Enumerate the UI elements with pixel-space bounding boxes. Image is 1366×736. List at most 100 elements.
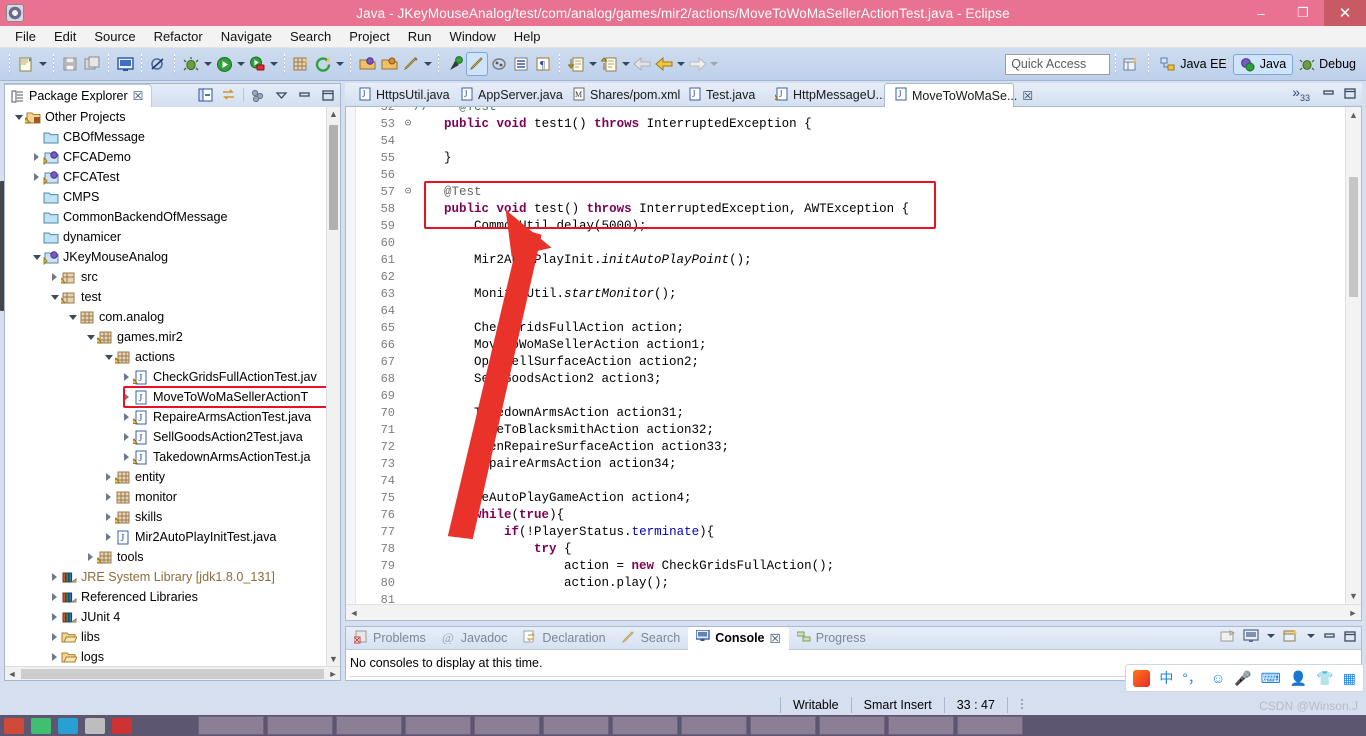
view-menu-icon[interactable] [250, 86, 267, 103]
tree-item[interactable]: CFCATest [5, 167, 326, 187]
close-icon[interactable]: ☒ [133, 89, 144, 103]
taskbar-window-button[interactable] [819, 716, 885, 735]
menu-run[interactable]: Run [399, 27, 441, 46]
menu-search[interactable]: Search [281, 27, 340, 46]
fold-marker-icon[interactable] [402, 405, 414, 422]
code-line[interactable]: 67 OpenSellSurfaceAction action2; [356, 354, 1345, 371]
tree-item[interactable]: dynamicer [5, 227, 326, 247]
editor-tab[interactable]: J HttpMessageU... [766, 83, 886, 107]
fold-marker-icon[interactable] [402, 320, 414, 337]
fold-marker-icon[interactable] [402, 507, 414, 524]
tree-item[interactable]: monitor [5, 487, 326, 507]
scroll-left-icon[interactable]: ◄ [5, 669, 19, 679]
previous-annotation-dropdown-icon[interactable] [620, 52, 631, 76]
toggle-mark-icon[interactable] [488, 52, 510, 76]
close-icon[interactable]: ☒ [1022, 89, 1033, 103]
forward-arrow-icon[interactable] [686, 52, 708, 76]
fold-marker-icon[interactable] [402, 133, 414, 150]
scroll-down-icon[interactable]: ▼ [1346, 588, 1361, 604]
chevron-down-icon[interactable] [273, 86, 290, 103]
run-icon[interactable] [213, 52, 235, 76]
code-line[interactable]: 64 [356, 303, 1345, 320]
tab-package-explorer[interactable]: Package Explorer ☒ [5, 84, 153, 107]
menu-navigate[interactable]: Navigate [212, 27, 281, 46]
taskbar-window-button[interactable] [681, 716, 747, 735]
tree-item[interactable]: CFCADemo [5, 147, 326, 167]
scrollbar-thumb[interactable] [21, 668, 324, 679]
perspective-java[interactable]: Java [1232, 53, 1294, 75]
new-java-package-icon[interactable] [290, 52, 312, 76]
expand-arrow-icon[interactable] [103, 487, 114, 507]
fold-marker-icon[interactable] [402, 337, 414, 354]
code-lines[interactable]: 52 // @Test 53 ⊝ public void test1() throws… [356, 107, 1345, 604]
code-line[interactable]: 56 [356, 167, 1345, 184]
scroll-left-icon[interactable]: ◄ [346, 608, 362, 618]
package-explorer-horizontal-scrollbar[interactable]: ◄ ► [5, 666, 340, 680]
taskbar-icon[interactable] [112, 717, 132, 734]
fold-marker-icon[interactable] [402, 473, 414, 490]
toolbox-icon[interactable]: ▦ [1343, 670, 1356, 687]
fold-marker-icon[interactable] [402, 107, 414, 116]
tree-item[interactable]: CommonBackendOfMessage [5, 207, 326, 227]
menu-file[interactable]: File [6, 27, 45, 46]
tree-item[interactable]: libs [5, 627, 326, 647]
maximize-button[interactable]: ❐ [1282, 0, 1324, 26]
fold-marker-icon[interactable] [402, 388, 414, 405]
code-line[interactable]: 65 CheckGridsFullAction action; [356, 320, 1345, 337]
scroll-up-icon[interactable]: ▲ [327, 107, 340, 121]
fold-marker-icon[interactable]: ⊝ [402, 184, 414, 201]
taskbar-window-button[interactable] [888, 716, 954, 735]
menu-refactor[interactable]: Refactor [145, 27, 212, 46]
expand-arrow-icon[interactable] [103, 507, 114, 527]
taskbar-window-button[interactable] [543, 716, 609, 735]
taskbar-window-button[interactable] [612, 716, 678, 735]
editor-tab[interactable]: M Shares/pom.xml [563, 83, 680, 107]
code-line[interactable]: 69 [356, 388, 1345, 405]
refresh-dropdown-icon[interactable] [334, 52, 345, 76]
menu-edit[interactable]: Edit [45, 27, 85, 46]
save-all-icon[interactable] [81, 52, 103, 76]
expand-arrow-icon[interactable] [49, 647, 60, 666]
expand-arrow-icon[interactable] [121, 387, 132, 407]
expand-arrow-icon[interactable] [121, 427, 132, 447]
editor-tab[interactable]: J Test.java [679, 83, 766, 107]
tree-item[interactable]: JKeyMouseAnalog [5, 247, 326, 267]
open-perspective-icon[interactable] [1121, 52, 1143, 76]
fold-marker-icon[interactable] [402, 303, 414, 320]
open-console-icon[interactable] [1220, 629, 1236, 643]
microphone-icon[interactable]: 🎤 [1234, 670, 1251, 687]
code-line[interactable]: 78 try { [356, 541, 1345, 558]
tree-item[interactable]: J RepaireArmsActionTest.java [5, 407, 326, 427]
menu-project[interactable]: Project [340, 27, 398, 46]
tree-item[interactable]: J CheckGridsFullActionTest.jav [5, 367, 326, 387]
fold-marker-icon[interactable] [402, 269, 414, 286]
bottom-view-tab[interactable]: Search [614, 627, 689, 650]
taskbar-window-button[interactable] [405, 716, 471, 735]
editor-tab[interactable]: J MoveToWoMaSe... ☒ [884, 83, 1033, 107]
expand-arrow-icon[interactable] [121, 447, 132, 467]
bottom-view-tab[interactable]: Declaration [515, 627, 613, 650]
back-arrow-icon[interactable] [631, 52, 653, 76]
code-line[interactable]: 53 ⊝ public void test1() throws Interrupt… [356, 116, 1345, 133]
scroll-right-icon[interactable]: ► [326, 669, 340, 679]
expand-arrow-icon[interactable] [49, 587, 60, 607]
taskbar-icon[interactable] [85, 717, 105, 734]
expand-arrow-icon[interactable] [121, 407, 132, 427]
tab-overflow-indicator[interactable]: »33 [1292, 84, 1310, 103]
code-line[interactable]: 68 SellGoodsAction2 action3; [356, 371, 1345, 388]
scroll-down-icon[interactable]: ▼ [327, 652, 340, 666]
taskbar-window-button[interactable] [750, 716, 816, 735]
taskbar-window-button[interactable] [474, 716, 540, 735]
code-line[interactable]: 81 [356, 592, 1345, 604]
code-line[interactable]: 80 action.play(); [356, 575, 1345, 592]
link-with-editor-icon[interactable] [220, 86, 237, 103]
show-whitespace-list-icon[interactable] [510, 52, 532, 76]
fold-marker-icon[interactable] [402, 439, 414, 456]
open-type-icon[interactable] [356, 52, 378, 76]
close-icon[interactable]: ☒ [770, 631, 781, 646]
expand-arrow-icon[interactable] [31, 147, 42, 167]
fold-marker-icon[interactable] [402, 541, 414, 558]
search-next-icon[interactable] [444, 52, 466, 76]
ime-punctuation-toggle[interactable]: °， [1182, 668, 1202, 688]
maximize-view-icon[interactable] [319, 86, 336, 103]
